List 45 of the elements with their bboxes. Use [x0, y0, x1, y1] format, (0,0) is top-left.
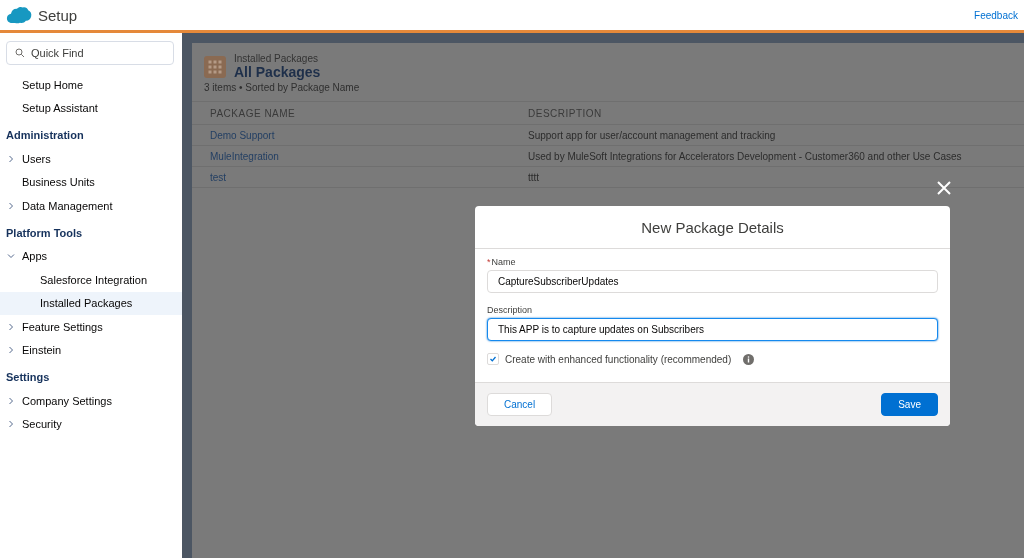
modal-title: New Package Details: [641, 218, 784, 236]
table-cell: tttt: [510, 166, 1024, 188]
cancel-button[interactable]: Cancel: [487, 393, 553, 416]
sidebar-item[interactable]: Installed Packages: [0, 291, 182, 315]
sidebar-item[interactable]: Security: [0, 412, 182, 436]
check-icon: [489, 355, 497, 363]
field-label: *Name: [487, 257, 517, 267]
grid-app-icon: [204, 55, 226, 78]
section-heading: Settings: [5, 370, 51, 385]
chevron-icon[interactable]: [6, 345, 16, 356]
search-icon: [15, 48, 25, 58]
app-title: Setup: [38, 6, 78, 24]
chevron-icon[interactable]: [6, 200, 16, 211]
table-cell: Support app for user/account management and tracking: [510, 124, 1024, 146]
text-field[interactable]: CaptureSubscriberUpdates: [487, 270, 938, 293]
chevron-icon[interactable]: [6, 395, 16, 406]
sidebar-item[interactable]: Business Units: [0, 170, 182, 194]
chevron-icon[interactable]: [6, 419, 16, 430]
list-eyebrow: Installed Packages: [234, 53, 319, 64]
list-summary: 3 items • Sorted by Package Name: [204, 82, 361, 93]
sidebar-item[interactable]: Salesforce Integration: [0, 268, 182, 292]
close-icon[interactable]: [936, 180, 952, 196]
sidebar-item[interactable]: Setup Assistant: [0, 96, 182, 120]
checkbox[interactable]: [487, 353, 499, 365]
section-heading: Platform Tools: [5, 225, 84, 241]
sidebar-item[interactable]: Data Management: [0, 194, 182, 218]
feedback-link[interactable]: Feedback: [974, 9, 1018, 21]
save-button[interactable]: Save: [881, 393, 938, 416]
text-field[interactable]: This APP is to capture updates on Subscribers: [487, 318, 938, 341]
sidebar-item[interactable]: Apps: [0, 244, 182, 268]
quick-find-field[interactable]: Quick Find: [6, 41, 174, 65]
chevron-icon[interactable]: [6, 153, 16, 164]
info-icon[interactable]: [743, 353, 755, 365]
section-heading: Administration: [5, 128, 85, 143]
table-cell: Used by MuleSoft Integrations for Accelerators Development - Customer360 and other Use Cases: [510, 145, 1024, 167]
checkbox-label: Create with enhanced functionality (recommended): [505, 353, 732, 365]
sidebar-item[interactable]: Einstein: [0, 338, 182, 362]
sidebar-item[interactable]: Users: [0, 147, 182, 171]
sidebar-item[interactable]: Feature Settings: [0, 315, 182, 339]
list-title: All Packages: [234, 64, 321, 80]
sidebar-item[interactable]: Company Settings: [0, 389, 182, 413]
cloud-logo-icon: [6, 6, 32, 24]
field-label: Description: [487, 305, 534, 315]
sidebar-item[interactable]: Setup Home: [0, 73, 182, 97]
chevron-icon[interactable]: [6, 321, 16, 332]
